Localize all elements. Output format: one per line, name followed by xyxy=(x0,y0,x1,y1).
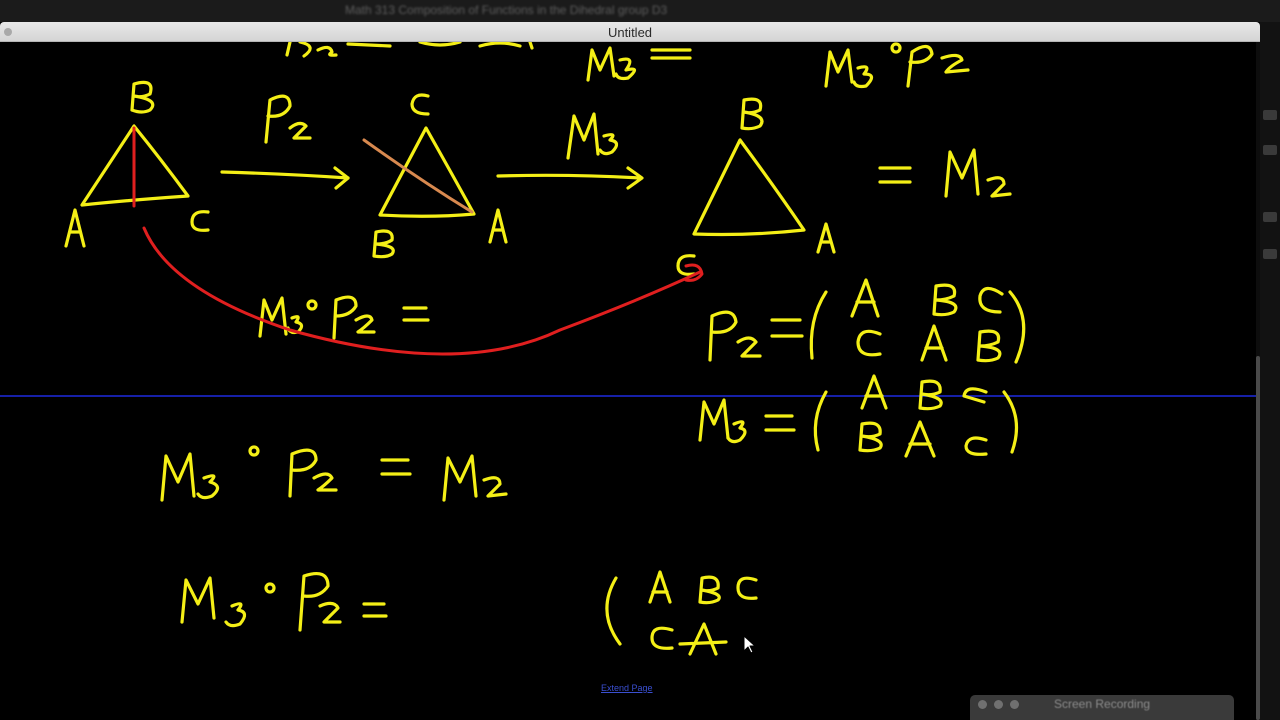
recording-window-title: Screen Recording xyxy=(1054,697,1151,711)
minimize-icon[interactable] xyxy=(994,700,1003,709)
equation-result xyxy=(160,445,508,502)
adjacent-window-control xyxy=(1263,110,1277,120)
drawing-canvas[interactable] xyxy=(0,42,1256,720)
composition-label xyxy=(258,295,430,340)
triangle-3 xyxy=(676,97,836,276)
triangle-2 xyxy=(372,93,508,259)
adjacent-window-control xyxy=(1263,145,1277,155)
extend-page-link[interactable]: Extend Page xyxy=(601,683,653,693)
close-icon[interactable] xyxy=(978,700,987,709)
window-title: Untitled xyxy=(607,25,653,40)
background-window-text: Math 313 Composition of Functions in the… xyxy=(345,3,668,17)
triangle-1 xyxy=(64,80,210,248)
adjacent-window-edge xyxy=(1260,22,1280,720)
rho2-permutation xyxy=(708,278,1026,364)
cropped-ink-top xyxy=(285,42,970,89)
window-titlebar[interactable]: Untitled xyxy=(0,22,1260,42)
mu3-permutation xyxy=(698,374,1019,458)
rho2-arrow xyxy=(220,94,350,190)
mu3-arrow xyxy=(496,112,644,190)
mouse-cursor-icon xyxy=(743,635,756,654)
screen-recording-window[interactable]: Screen Recording xyxy=(970,695,1234,720)
equation-bottom xyxy=(180,570,758,656)
scrollbar-thumb[interactable] xyxy=(1256,356,1260,720)
orange-stroke xyxy=(362,138,474,214)
maximize-icon[interactable] xyxy=(1010,700,1019,709)
adjacent-window-control xyxy=(1263,249,1277,259)
equals-mu2 xyxy=(878,148,1012,198)
adjacent-window-control xyxy=(1263,212,1277,222)
background-window-strip: Math 313 Composition of Functions in the… xyxy=(0,0,1280,22)
